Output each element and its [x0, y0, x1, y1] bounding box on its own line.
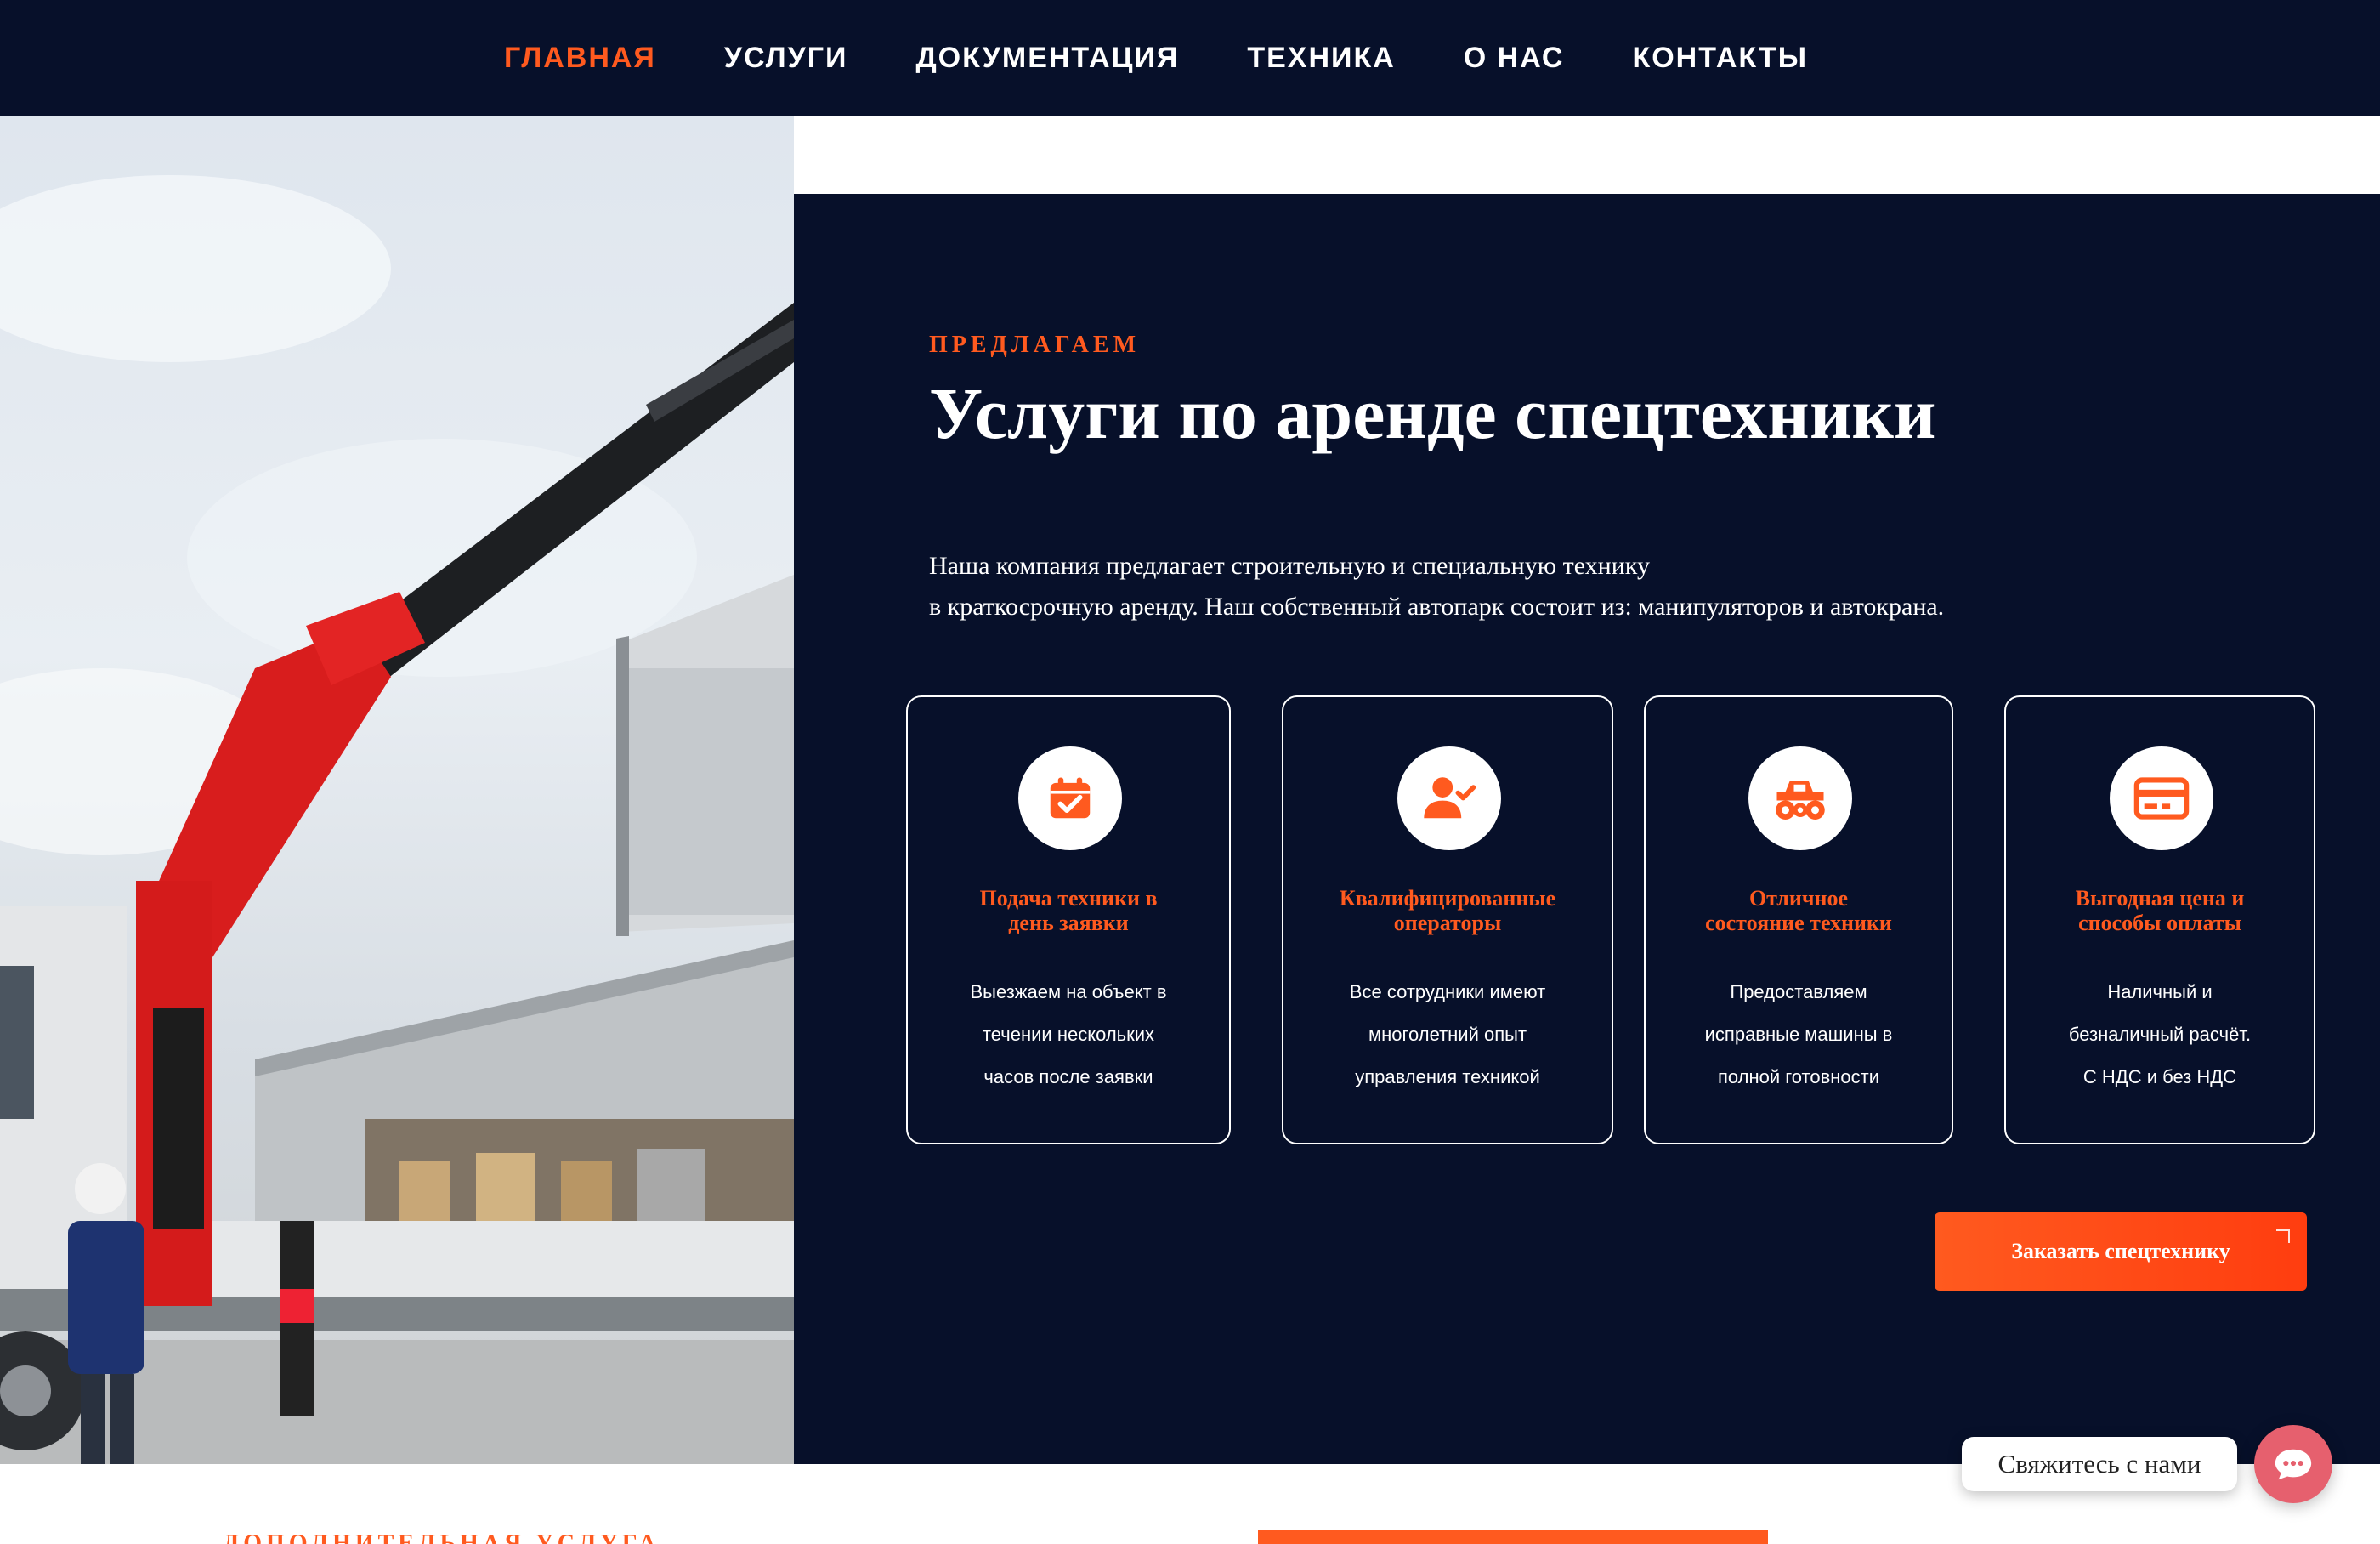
- next-section-accent-bar: [1258, 1530, 1768, 1544]
- feature-card-qualified-operators: Квалифицированные операторы Все сотрудни…: [1282, 695, 1613, 1144]
- feature-description: Выезжаем на объект в течении нескольких …: [970, 981, 1167, 1087]
- feature-title: Подача техники в день заявки: [979, 886, 1158, 935]
- feature-description: Наличный и безналичный расчёт. С НДС и б…: [2068, 981, 2252, 1087]
- corner-arrow-icon: [2276, 1229, 2290, 1243]
- feature-title: Выгодная цена и способы оплаты: [2075, 886, 2245, 935]
- feature-title: Квалифицированные операторы: [1339, 886, 1556, 935]
- truck-monster-icon: [1748, 746, 1852, 850]
- chat-icon: [2275, 1449, 2312, 1480]
- calendar-check-icon: [1018, 746, 1122, 850]
- intro-line-2: в краткосрочную аренду. Наш собственный …: [929, 593, 1945, 621]
- top-navigation: ГЛАВНАЯ УСЛУГИ ДОКУМЕНТАЦИЯ ТЕХНИКА О НА…: [0, 0, 2380, 116]
- feature-description: Предоставляем исправные машины в полной …: [1704, 981, 1893, 1087]
- chat-prompt-bubble[interactable]: Свяжитесь с нами: [1962, 1437, 2237, 1491]
- feature-description: Все сотрудники имеют многолетний опыт уп…: [1349, 981, 1546, 1087]
- credit-card-icon: [2110, 746, 2213, 850]
- nav-item-services[interactable]: УСЛУГИ: [724, 42, 848, 75]
- user-check-icon: [1397, 746, 1501, 850]
- next-section-eyebrow: ДОПОЛНИТЕЛЬНАЯ УСЛУГА: [223, 1530, 660, 1544]
- nav-item-contacts[interactable]: КОНТАКТЫ: [1632, 42, 1808, 75]
- feature-card-price-payment: Выгодная цена и способы оплаты Наличный …: [2004, 695, 2315, 1144]
- nav-item-documentation[interactable]: ДОКУМЕНТАЦИЯ: [915, 42, 1179, 75]
- hero-photo-crane-truck: [0, 116, 794, 1464]
- feature-card-machine-condition: Отличное состояние техники Предоставляем…: [1644, 695, 1953, 1144]
- nav-item-about[interactable]: О НАС: [1464, 42, 1565, 75]
- chat-prompt-label: Свяжитесь с нами: [1998, 1449, 2202, 1479]
- page-title: Услуги по аренде спецтехники: [929, 372, 1936, 454]
- feature-title: Отличное состояние техники: [1705, 886, 1892, 935]
- order-machinery-button[interactable]: Заказать спецтехнику: [1935, 1212, 2307, 1291]
- nav-menu: ГЛАВНАЯ УСЛУГИ ДОКУМЕНТАЦИЯ ТЕХНИКА О НА…: [0, 0, 2380, 116]
- section-eyebrow: ПРЕДЛАГАЕМ: [929, 332, 1140, 358]
- crane-truck-illustration: [0, 175, 794, 1464]
- feature-card-fast-delivery: Подача техники в день заявки Выезжаем на…: [906, 695, 1231, 1144]
- nav-item-home[interactable]: ГЛАВНАЯ: [504, 42, 656, 75]
- chat-open-button[interactable]: [2254, 1425, 2332, 1503]
- intro-line-1: Наша компания предлагает строительную и …: [929, 552, 1650, 580]
- panel-top-strip: [794, 116, 2380, 194]
- intro-text: Наша компания предлагает строительную и …: [929, 546, 2204, 627]
- nav-item-machinery[interactable]: ТЕХНИКА: [1247, 42, 1395, 75]
- order-button-label: Заказать спецтехнику: [2011, 1239, 2230, 1263]
